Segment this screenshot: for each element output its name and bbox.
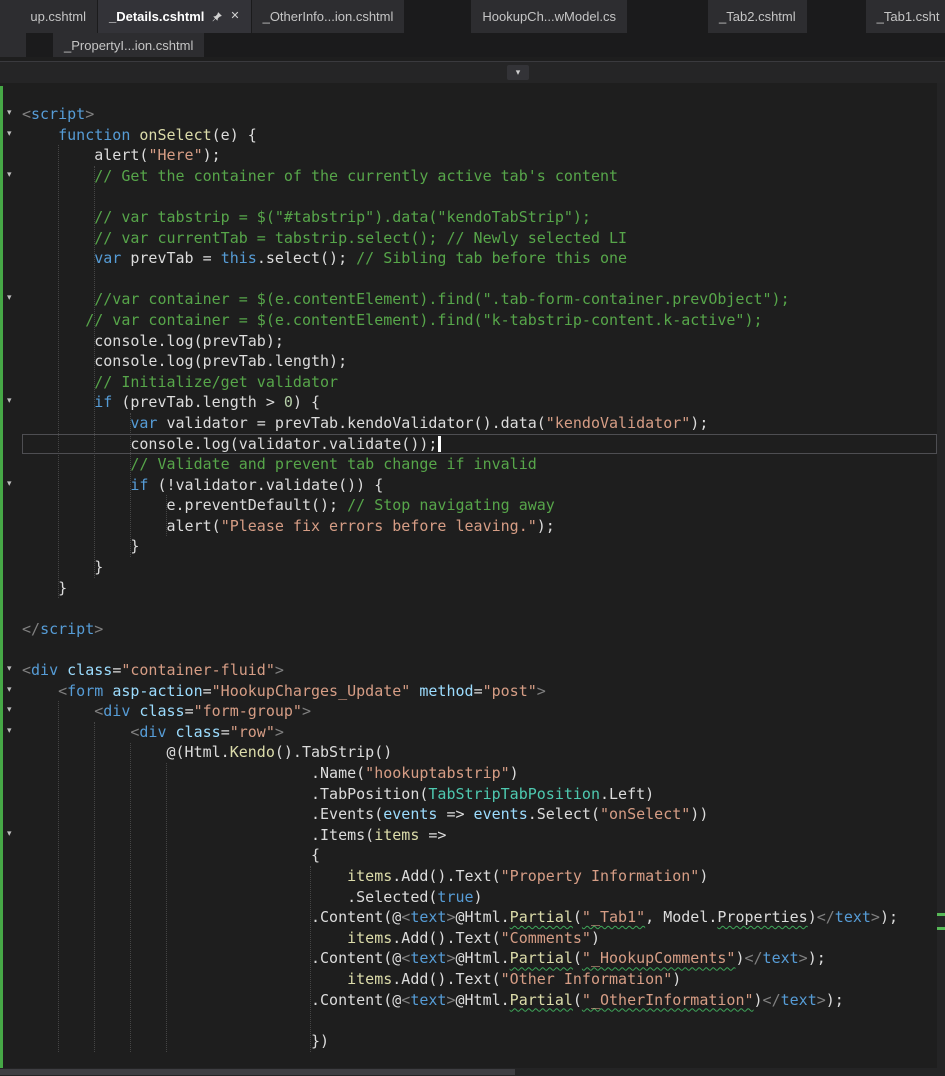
- code-line[interactable]: .Events(events => events.Select("onSelec…: [22, 804, 937, 825]
- code-line[interactable]: [22, 639, 937, 660]
- code-line[interactable]: @(Html.Kendo().TabStrip(): [22, 742, 937, 763]
- change-tracking-margin: [0, 86, 3, 1076]
- fold-toggle-icon[interactable]: ▾: [7, 479, 12, 489]
- fold-toggle-icon[interactable]: ▾: [7, 129, 12, 139]
- document-tab[interactable]: HookupCh...wModel.cs: [471, 0, 628, 33]
- tab-label: HookupCh...wModel.cs: [482, 9, 617, 24]
- text-caret: [438, 436, 442, 452]
- code-line[interactable]: </script>: [22, 619, 937, 640]
- document-tab[interactable]: _PropertyI...ion.cshtml: [53, 33, 205, 57]
- code-line[interactable]: // Get the container of the currently ac…: [22, 166, 937, 187]
- code-line[interactable]: // var tabstrip = $("#tabstrip").data("k…: [22, 207, 937, 228]
- code-line[interactable]: items.Add().Text("Comments"): [22, 928, 937, 949]
- code-line[interactable]: {: [22, 845, 937, 866]
- code-line[interactable]: console.log(validator.validate());: [22, 433, 937, 455]
- fold-toggle-icon[interactable]: ▾: [7, 706, 12, 715]
- document-tab[interactable]: up.cshtml: [0, 0, 97, 33]
- vertical-scrollbar[interactable]: [937, 83, 945, 1076]
- code-line[interactable]: var prevTab = this.select(); // Sibling …: [22, 248, 937, 269]
- code-line[interactable]: .Selected(true): [22, 887, 937, 908]
- code-line[interactable]: <div class="container-fluid">: [22, 660, 937, 681]
- code-line[interactable]: items.Add().Text("Property Information"): [22, 866, 937, 887]
- code-line[interactable]: // Validate and prevent tab change if in…: [22, 454, 937, 475]
- scrollbar-annotation: [937, 927, 945, 930]
- code-line[interactable]: <form asp-action="HookupCharges_Update" …: [22, 681, 937, 702]
- scrollbar-annotation: [937, 913, 945, 916]
- editor-header-band: ▾: [0, 61, 945, 83]
- document-tab[interactable]: _OtherInfo...ion.cshtml: [251, 0, 405, 33]
- code-line[interactable]: <script>: [22, 104, 937, 125]
- tab-label: _OtherInfo...ion.cshtml: [262, 9, 394, 24]
- code-line[interactable]: // var container = $(e.contentElement).f…: [22, 310, 937, 331]
- code-line[interactable]: alert("Please fix errors before leaving.…: [22, 516, 937, 537]
- code-line[interactable]: }: [22, 578, 937, 599]
- code-line[interactable]: e.preventDefault(); // Stop navigating a…: [22, 495, 937, 516]
- fold-toggle-icon[interactable]: ▾: [7, 830, 12, 839]
- fold-toggle-icon[interactable]: ▾: [7, 397, 12, 406]
- code-line[interactable]: }: [22, 536, 937, 557]
- code-line[interactable]: <div class="form-group">: [22, 701, 937, 722]
- document-tab[interactable]: [0, 33, 26, 57]
- code-line[interactable]: }: [22, 557, 937, 578]
- code-line[interactable]: [22, 186, 937, 207]
- code-line[interactable]: [22, 269, 937, 290]
- document-tab-bar-row1: up.cshtml _Details.cshtml ✕ _OtherInfo...io…: [0, 0, 945, 33]
- document-tab-bar-row2: _PropertyI...ion.cshtml: [0, 33, 945, 57]
- code-line[interactable]: .TabPosition(TabStripTabPosition.Left): [22, 784, 937, 805]
- code-line[interactable]: .Content(@<text>@Html.Partial("_HookupCo…: [22, 948, 937, 969]
- code-line[interactable]: [22, 598, 937, 619]
- tab-label: _Tab2.cshtml: [719, 9, 796, 24]
- code-editor[interactable]: ▾ ▾ ▾ ▾ ▾ ▾ ▾ ▾ ▾ ▾ ▾ <script> function onSelect(e…: [0, 83, 945, 1076]
- code-line[interactable]: }): [22, 1031, 937, 1052]
- tab-label: _Details.cshtml: [109, 9, 205, 24]
- code-line[interactable]: // var currentTab = tabstrip.select(); /…: [22, 228, 937, 249]
- code-line[interactable]: if (prevTab.length > 0) {: [22, 392, 937, 413]
- close-icon[interactable]: ✕: [230, 11, 239, 22]
- document-tab[interactable]: _Tab1.csht: [865, 0, 945, 33]
- code-line[interactable]: if (!validator.validate()) {: [22, 475, 937, 496]
- document-tab[interactable]: _Tab2.cshtml: [708, 0, 807, 33]
- code-line[interactable]: function onSelect(e) {: [22, 125, 937, 146]
- code-line[interactable]: items.Add().Text("Other Information"): [22, 969, 937, 990]
- code-line[interactable]: alert("Here");: [22, 145, 937, 166]
- fold-toggle-icon[interactable]: ▾: [7, 665, 12, 674]
- pin-icon[interactable]: [211, 11, 223, 23]
- code-area[interactable]: <script> function onSelect(e) { alert("H…: [22, 104, 937, 1051]
- tab-label: _Tab1.csht: [876, 9, 940, 24]
- code-line[interactable]: [22, 1010, 937, 1031]
- fold-toggle-icon[interactable]: ▾: [7, 685, 12, 695]
- document-tab[interactable]: _Details.cshtml ✕: [98, 0, 251, 33]
- tab-label: up.cshtml: [30, 9, 86, 24]
- fold-toggle-icon[interactable]: ▾: [7, 727, 12, 736]
- code-line[interactable]: console.log(prevTab);: [22, 331, 937, 352]
- code-line[interactable]: <div class="row">: [22, 722, 937, 743]
- code-line[interactable]: //var container = $(e.contentElement).fi…: [22, 289, 937, 310]
- code-line[interactable]: .Name("hookuptabstrip"): [22, 763, 937, 784]
- code-line[interactable]: .Content(@<text>@Html.Partial("_Tab1", M…: [22, 907, 937, 928]
- hscroll-thumb[interactable]: [0, 1069, 516, 1075]
- fold-toggle-icon[interactable]: ▾: [7, 170, 12, 180]
- horizontal-scrollbar[interactable]: [0, 1068, 937, 1076]
- code-line[interactable]: var validator = prevTab.kendoValidator()…: [22, 413, 937, 434]
- code-line[interactable]: console.log(prevTab.length);: [22, 351, 937, 372]
- code-line[interactable]: // Initialize/get validator: [22, 372, 937, 393]
- fold-toggle-icon[interactable]: ▾: [7, 109, 12, 118]
- vs-editor-window: up.cshtml _Details.cshtml ✕ _OtherInfo...io…: [0, 0, 945, 1076]
- fold-toggle-icon[interactable]: ▾: [7, 294, 12, 303]
- tab-label: _PropertyI...ion.cshtml: [64, 37, 194, 53]
- code-line[interactable]: .Items(items =>: [22, 825, 937, 846]
- code-line[interactable]: .Content(@<text>@Html.Partial("_OtherInf…: [22, 990, 937, 1011]
- chevron-down-icon[interactable]: ▾: [507, 65, 529, 80]
